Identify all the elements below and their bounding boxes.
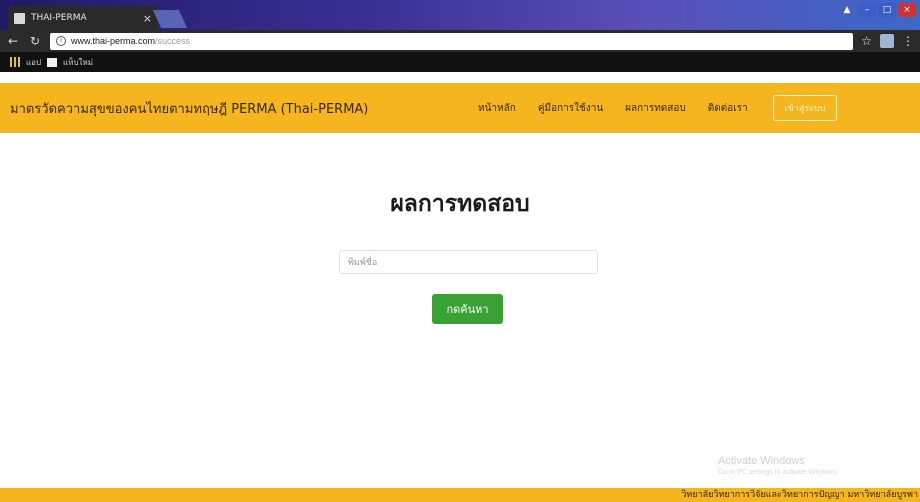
menu-icon[interactable]: ⋮: [902, 34, 914, 48]
bookmark-star-icon[interactable]: ☆: [861, 34, 872, 48]
tab-close-icon[interactable]: ×: [143, 12, 152, 25]
minimize-button[interactable]: –: [858, 3, 876, 17]
bookmark-apps[interactable]: แอป: [26, 56, 41, 69]
nav-link-results[interactable]: ผลการทดสอบ: [625, 101, 686, 116]
bookmark-new-tab[interactable]: แท็บใหม่: [63, 56, 93, 69]
close-window-button[interactable]: ×: [898, 3, 916, 17]
favicon-icon: [14, 12, 25, 24]
back-arrow-icon[interactable]: ←: [6, 34, 20, 48]
site-brand[interactable]: มาตรวัดความสุขของคนไทยตามทฤษฎี PERMA (Th…: [10, 98, 368, 119]
login-button[interactable]: เข้าสู่ระบบ: [773, 95, 837, 121]
reload-icon[interactable]: ↻: [28, 34, 42, 48]
address-bar-row: ← ↻ i www.thai-perma.com/success ☆ ⋮: [0, 30, 920, 52]
tab-title: THAI-PERMA: [31, 13, 87, 23]
page-icon: [47, 57, 58, 67]
url-host: www.thai-perma.com: [71, 36, 156, 46]
url-field[interactable]: i www.thai-perma.com/success: [50, 32, 854, 50]
page-title: ผลการทดสอบ: [390, 190, 530, 216]
window-controls: ▲ – □ ×: [838, 3, 916, 17]
site-footer: วิทยาลัยวิทยาการวิจัยและวิทยาการปัญญา มห…: [0, 488, 920, 502]
nav-link-manual[interactable]: คู่มือการใช้งาน: [538, 101, 603, 116]
browser-tab[interactable]: THAI-PERMA ×: [8, 6, 158, 30]
search-button[interactable]: กดค้นหา: [432, 294, 503, 324]
bookmarks-bar: แอป แท็บใหม่: [0, 52, 920, 72]
maximize-button[interactable]: □: [878, 3, 896, 17]
nav-links: หน้าหลัก คู่มือการใช้งาน ผลการทดสอบ ติดต…: [478, 83, 748, 133]
nav-link-home[interactable]: หน้าหลัก: [478, 101, 516, 116]
url-path: /success: [155, 36, 191, 46]
info-icon[interactable]: i: [56, 36, 66, 46]
extension-icon[interactable]: [880, 34, 894, 48]
name-search-input[interactable]: [339, 250, 598, 274]
nav-link-contact[interactable]: ติดต่อเรา: [708, 101, 748, 116]
user-icon[interactable]: ▲: [838, 3, 856, 17]
site-navbar: มาตรวัดความสุขของคนไทยตามทฤษฎี PERMA (Th…: [0, 83, 920, 133]
watermark-subtitle: Go to PC settings to activate Windows.: [718, 469, 839, 476]
watermark-title: Activate Windows: [718, 455, 805, 467]
browser-titlebar: THAI-PERMA × ▲ – □ ×: [0, 0, 920, 30]
activate-windows-watermark: Activate Windows Go to PC settings to ac…: [718, 455, 839, 476]
apps-grid-icon[interactable]: [10, 57, 20, 67]
